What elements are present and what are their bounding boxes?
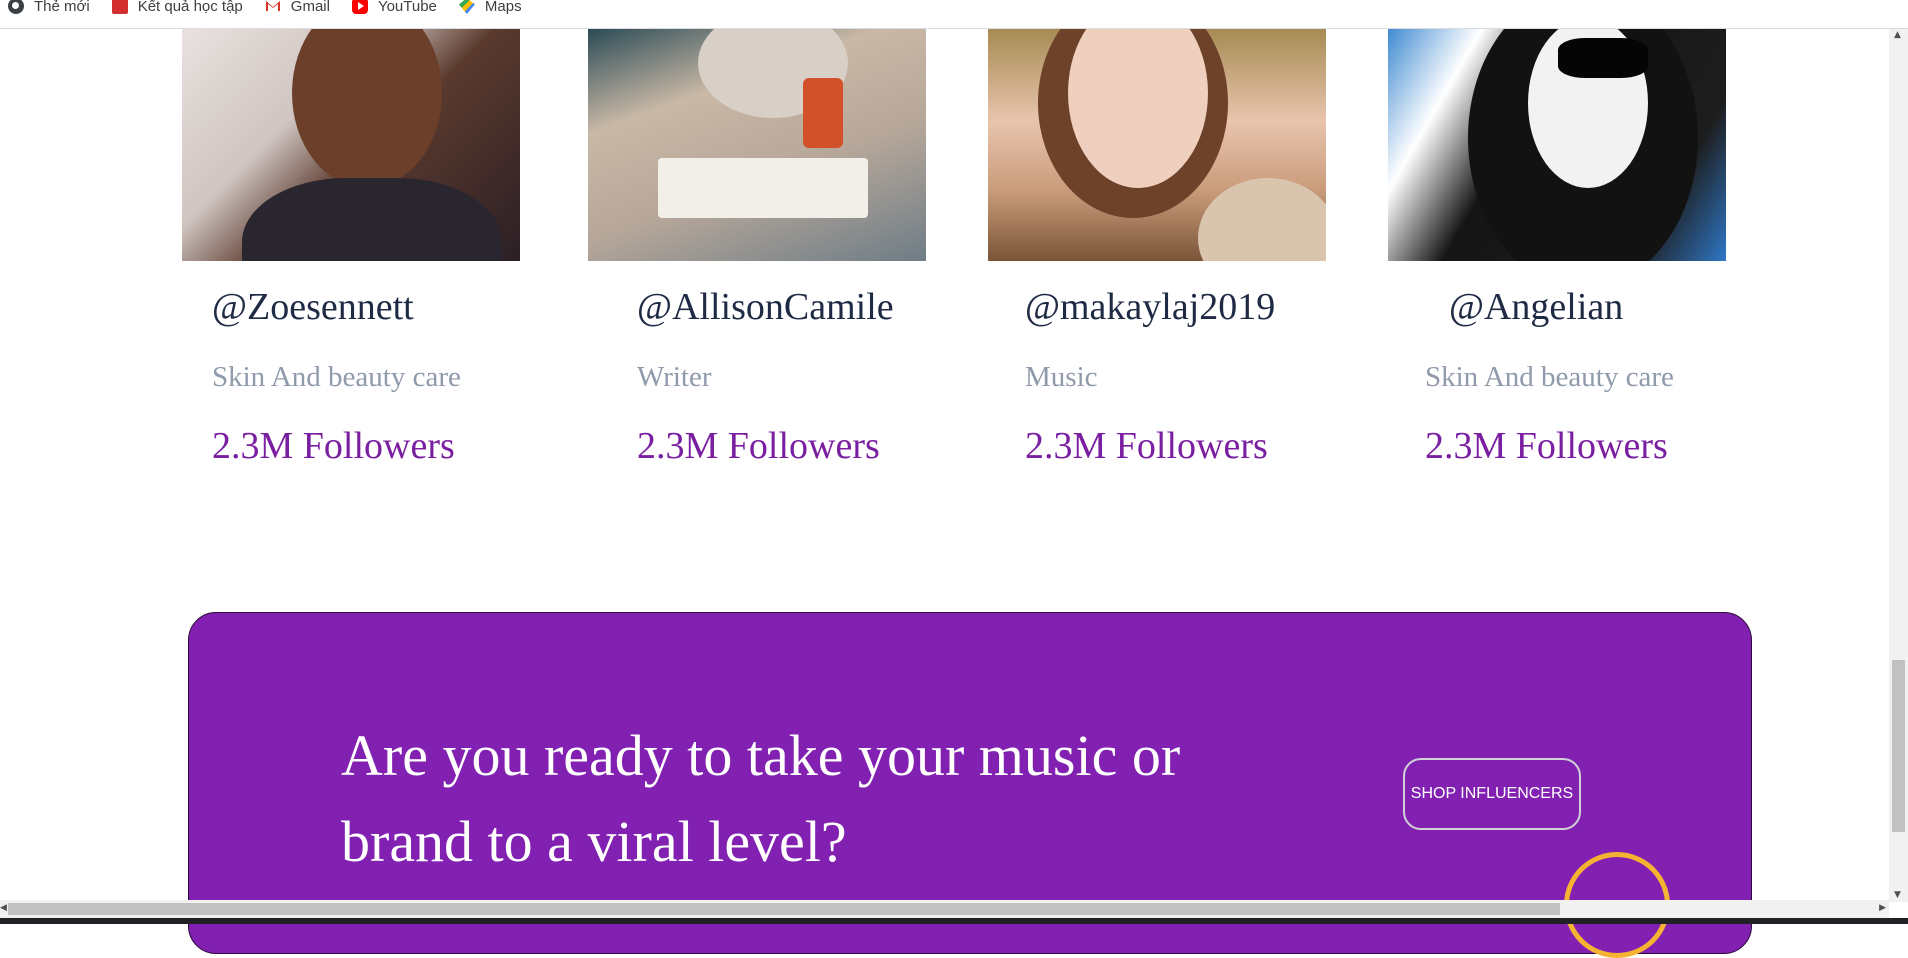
bookmark-youtube[interactable]: YouTube [351, 0, 437, 15]
influencer-photo[interactable] [1388, 28, 1726, 261]
bookmark-label: Kết quả học tập [137, 0, 243, 15]
influencer-category: Music [1025, 361, 1098, 393]
influencer-category: Skin And beauty care [1425, 361, 1674, 393]
youtube-icon [351, 0, 368, 14]
scroll-left-icon[interactable]: ◀ [0, 903, 7, 913]
window-bottom-edge [0, 918, 1908, 924]
influencer-category: Skin And beauty care [212, 361, 461, 393]
bookmark-new-tab[interactable]: Thẻ mới [8, 0, 90, 15]
influencer-photo[interactable] [588, 28, 926, 261]
bookmark-label: YouTube [377, 0, 437, 15]
scroll-up-icon[interactable]: ▲ [1894, 30, 1901, 40]
shop-influencers-button[interactable]: SHOP INFLUENCERS [1403, 758, 1581, 830]
influencer-handle[interactable]: @Zoesennett [212, 285, 414, 329]
bookmark-maps[interactable]: Maps [458, 0, 522, 15]
influencer-category: Writer [637, 361, 712, 393]
bookmark-results[interactable]: Kết quả học tập [111, 0, 243, 15]
influencer-handle[interactable]: @Angelian [1449, 285, 1623, 329]
influencer-followers: 2.3M Followers [212, 425, 455, 467]
influencer-handle[interactable]: @makaylaj2019 [1025, 285, 1275, 329]
globe-icon [8, 0, 24, 14]
bookmark-gmail[interactable]: Gmail [264, 0, 330, 15]
influencer-followers: 2.3M Followers [1425, 425, 1668, 467]
influencer-followers: 2.3M Followers [637, 425, 880, 467]
bookmark-label: Thẻ mới [34, 0, 90, 15]
bookmark-label: Maps [484, 0, 522, 15]
horizontal-scrollbar[interactable]: ◀ ▶ [0, 900, 1889, 918]
influencer-handle[interactable]: @AllisonCamile [637, 285, 894, 329]
vnu-icon [111, 0, 128, 14]
gmail-icon [264, 0, 281, 14]
bookmark-label: Gmail [290, 0, 330, 15]
influencer-photo[interactable] [988, 28, 1326, 261]
influencer-followers: 2.3M Followers [1025, 425, 1268, 467]
horizontal-scroll-thumb[interactable] [8, 903, 1560, 915]
vertical-scroll-thumb[interactable] [1892, 660, 1905, 832]
influencer-photo[interactable] [182, 28, 520, 261]
cta-headline: Are you ready to take your music or bran… [341, 723, 1181, 874]
vertical-scrollbar[interactable]: ▲ ▼ [1889, 28, 1908, 902]
scroll-down-icon[interactable]: ▼ [1894, 890, 1901, 900]
bookmarks-bar: Thẻ mới Kết quả học tập Gmail YouTube Ma… [0, 0, 1908, 29]
scroll-right-icon[interactable]: ▶ [1879, 903, 1886, 913]
maps-icon [458, 0, 475, 14]
